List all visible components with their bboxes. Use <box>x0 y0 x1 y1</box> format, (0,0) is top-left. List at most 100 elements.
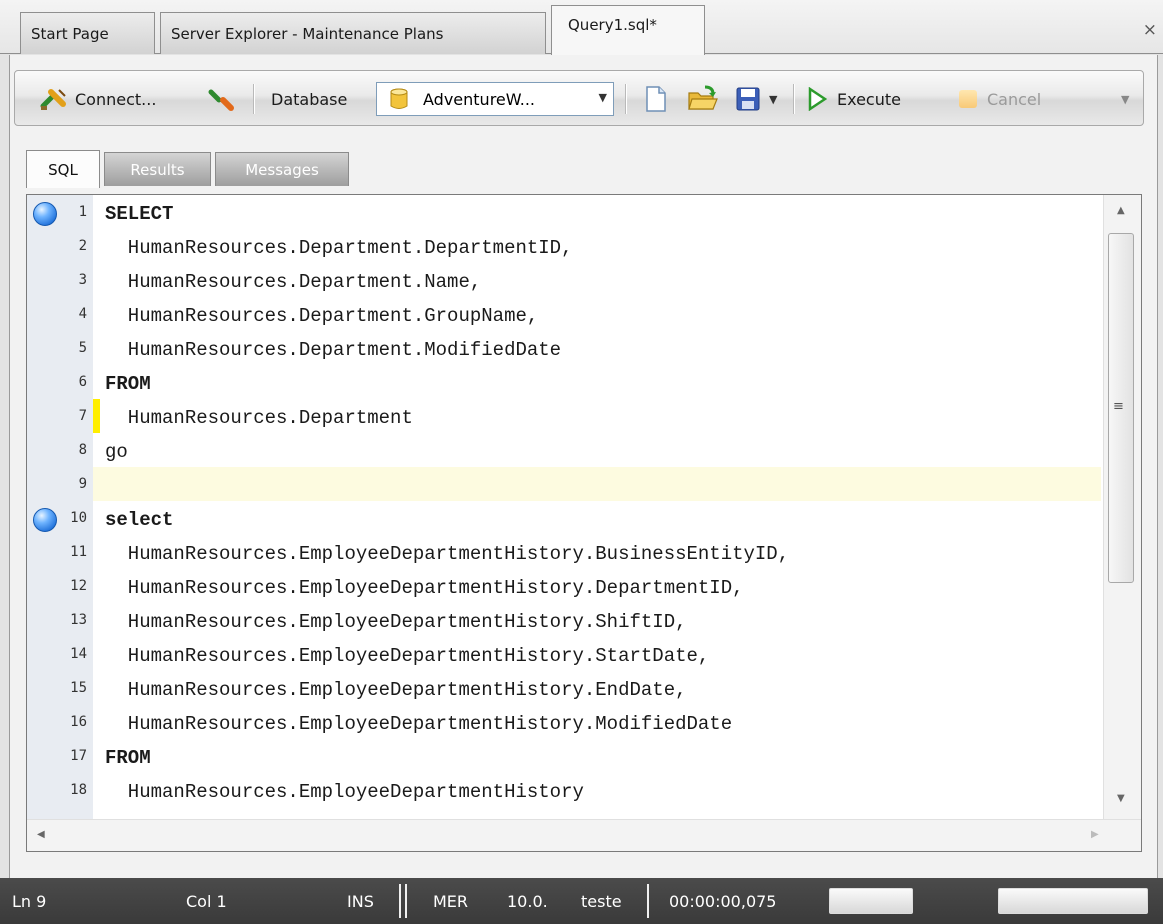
save-icon <box>736 87 760 111</box>
sql-editor[interactable]: 1 2 3 4 5 6 7 8 9 10 11 12 13 14 15 16 1… <box>26 194 1142 852</box>
new-file-icon <box>646 86 666 112</box>
document-tab-strip: Start Page Server Explorer - Maintenance… <box>0 0 1163 55</box>
code-line[interactable]: HumanResources.Department <box>105 401 413 435</box>
line-number: 11 <box>70 544 87 560</box>
code-line[interactable]: HumanResources.EmployeeDepartmentHistory… <box>105 537 789 571</box>
code-line[interactable]: HumanResources.Department.Name, <box>105 265 481 299</box>
tab-query1-label: Query1.sql* <box>568 16 657 34</box>
code-line[interactable]: SELECT <box>105 197 173 231</box>
code-line[interactable]: HumanResources.EmployeeDepartmentHistory… <box>105 707 732 741</box>
connect-button[interactable]: Connect... <box>39 71 156 127</box>
close-tab-icon[interactable]: × <box>1143 20 1157 40</box>
line-number: 6 <box>78 374 87 390</box>
code-line[interactable]: HumanResources.Department.GroupName, <box>105 299 538 333</box>
toolbar-separator <box>253 84 254 114</box>
scroll-right-icon[interactable]: ▶ <box>1091 829 1099 840</box>
tab-server-explorer[interactable]: Server Explorer - Maintenance Plans <box>160 12 546 54</box>
code-line[interactable]: HumanResources.EmployeeDepartmentHistory… <box>105 571 744 605</box>
line-number: 17 <box>70 748 87 764</box>
open-folder-icon <box>688 85 718 110</box>
code-line[interactable]: HumanResources.Department.ModifiedDate <box>105 333 561 367</box>
scroll-down-icon[interactable]: ▼ <box>1117 793 1125 804</box>
tab-sql[interactable]: SQL <box>26 150 100 188</box>
status-progress-bar <box>998 888 1148 914</box>
scroll-left-icon[interactable]: ◀ <box>37 829 45 840</box>
toolbar-overflow-button[interactable]: ▼ <box>1121 71 1129 127</box>
tab-start-page[interactable]: Start Page <box>20 12 155 54</box>
open-file-button[interactable] <box>687 71 719 127</box>
change-marker <box>93 399 100 433</box>
tab-server-explorer-label: Server Explorer - Maintenance Plans <box>171 24 444 43</box>
code-line[interactable]: FROM <box>105 367 151 401</box>
line-number: 15 <box>70 680 87 696</box>
tab-messages-label: Messages <box>245 160 319 179</box>
tab-sql-label: SQL <box>48 160 78 179</box>
tab-start-page-label: Start Page <box>31 24 109 43</box>
line-number: 7 <box>78 408 87 424</box>
line-number: 9 <box>78 476 87 492</box>
line-number: 3 <box>78 272 87 288</box>
line-number: 4 <box>78 306 87 322</box>
save-button[interactable] <box>735 71 761 127</box>
tab-results-label: Results <box>130 160 185 179</box>
tab-messages[interactable]: Messages <box>215 152 349 186</box>
line-number: 2 <box>78 238 87 254</box>
code-line[interactable]: select <box>105 503 173 537</box>
connect-icon <box>40 89 66 110</box>
current-line-highlight <box>93 467 1101 501</box>
cancel-button[interactable]: Cancel <box>959 71 1041 127</box>
breakpoint-icon[interactable] <box>33 508 57 532</box>
chevron-down-icon: ▼ <box>598 91 607 104</box>
status-database: teste <box>581 891 622 911</box>
code-line[interactable]: HumanResources.EmployeeDepartmentHistory… <box>105 639 710 673</box>
toolbar-separator <box>625 84 626 114</box>
database-select[interactable]: AdventureW... ▼ <box>376 82 614 116</box>
line-number: 5 <box>78 340 87 356</box>
chevron-down-icon: ▼ <box>1121 92 1130 106</box>
disconnect-icon <box>208 89 234 111</box>
code-line[interactable]: HumanResources.EmployeeDepartmentHistory… <box>105 605 687 639</box>
vertical-scrollbar[interactable]: ▲ ≡ ▼ <box>1103 195 1141 819</box>
scroll-grip-icon: ≡ <box>1113 399 1124 414</box>
database-icon <box>390 88 408 109</box>
status-separator <box>399 884 401 918</box>
code-line[interactable]: HumanResources.EmployeeDepartmentHistory <box>105 775 584 809</box>
tab-query1[interactable]: Query1.sql* <box>551 5 705 55</box>
line-number: 13 <box>70 612 87 628</box>
status-line: Ln 9 <box>12 891 47 911</box>
chevron-down-icon: ▼ <box>769 92 778 106</box>
tab-results[interactable]: Results <box>104 152 211 186</box>
database-label: Database <box>271 89 348 109</box>
breakpoint-icon[interactable] <box>33 202 57 226</box>
status-separator <box>405 884 407 918</box>
cancel-label: Cancel <box>987 89 1042 109</box>
save-dropdown-arrow[interactable]: ▼ <box>769 71 777 127</box>
line-number: 16 <box>70 714 87 730</box>
status-insert-mode: INS <box>347 891 374 911</box>
status-column: Col 1 <box>186 891 227 911</box>
new-file-button[interactable] <box>644 71 668 127</box>
status-execution-time: 00:00:00,075 <box>669 891 777 911</box>
status-version: 10.0. <box>507 891 548 911</box>
scroll-up-icon[interactable]: ▲ <box>1117 205 1125 216</box>
line-number: 18 <box>70 782 87 798</box>
line-number: 1 <box>78 204 87 220</box>
disconnect-button[interactable] <box>207 71 235 127</box>
database-select-value: AdventureW... <box>423 89 535 109</box>
code-line[interactable]: HumanResources.EmployeeDepartmentHistory… <box>105 673 687 707</box>
cancel-icon <box>959 90 977 108</box>
status-separator <box>647 884 649 918</box>
horizontal-scrollbar[interactable]: ◀ ▶ <box>27 819 1141 851</box>
play-icon <box>808 87 827 111</box>
code-line[interactable]: FROM <box>105 741 151 775</box>
code-line[interactable]: HumanResources.Department.DepartmentID, <box>105 231 573 265</box>
line-number: 8 <box>78 442 87 458</box>
line-number: 14 <box>70 646 87 662</box>
code-line[interactable]: go <box>105 435 128 469</box>
connect-label: Connect... <box>75 89 157 109</box>
status-progress-bar <box>829 888 913 914</box>
status-bar: Ln 9 Col 1 INS MER 10.0. teste 00:00:00,… <box>0 878 1163 924</box>
execute-button[interactable]: Execute <box>807 71 901 127</box>
toolbar-separator <box>793 84 794 114</box>
line-number: 10 <box>70 510 87 526</box>
